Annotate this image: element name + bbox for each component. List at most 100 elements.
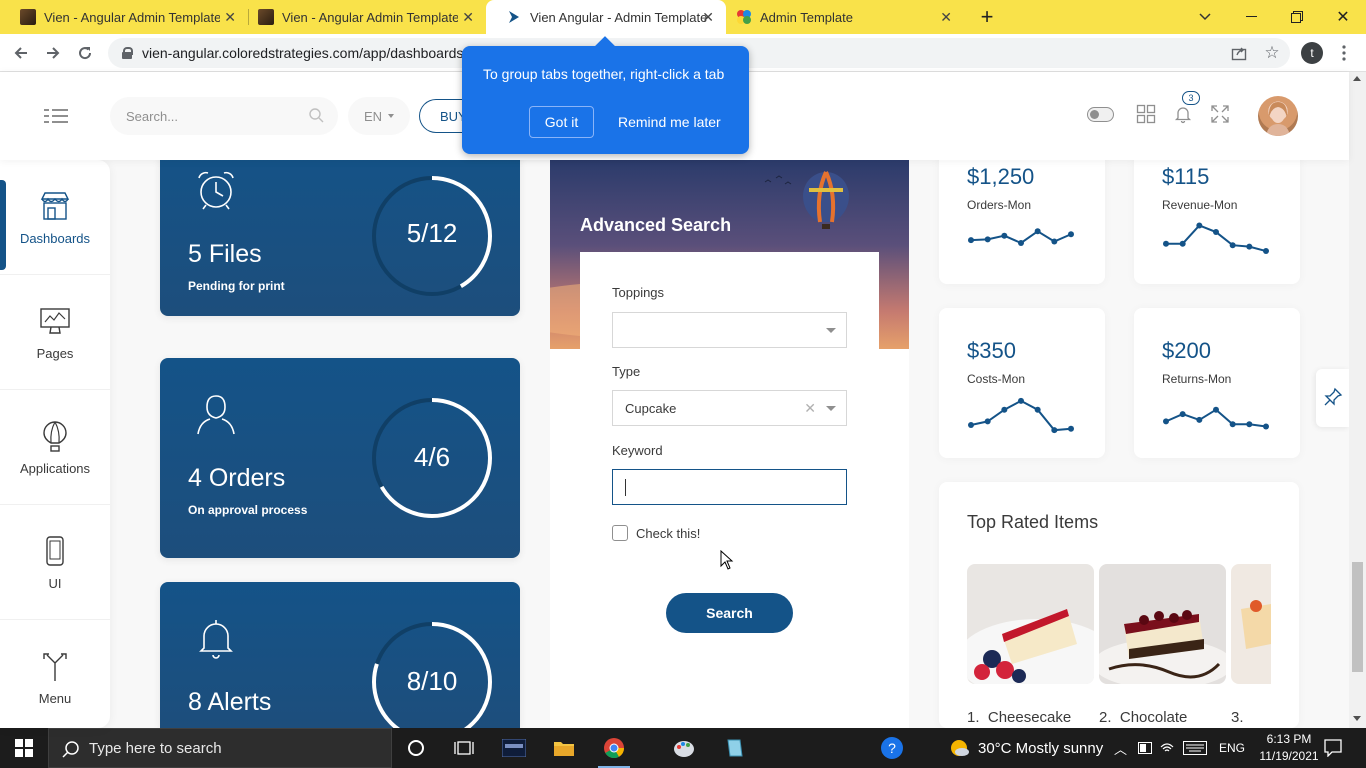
top-rated-item-1[interactable]: 1. Cheesecake <box>967 709 1071 726</box>
user-avatar[interactable] <box>1258 96 1298 136</box>
sidebar-item-applications[interactable]: Applications <box>0 390 110 505</box>
type-select[interactable]: Cupcake ✕ <box>612 390 847 426</box>
sparkline-point <box>1018 397 1024 404</box>
chocolate-cake-image[interactable] <box>1099 564 1226 684</box>
caret-down-icon <box>388 114 395 118</box>
help-icon[interactable]: ? <box>868 728 916 768</box>
close-tab-icon[interactable]: ✕ <box>940 9 952 26</box>
sidebar-item-pages[interactable]: Pages <box>0 275 110 390</box>
cheesecake-image[interactable] <box>967 564 1094 684</box>
sparkline-point <box>1179 411 1186 418</box>
sidebar-item-ui[interactable]: UI <box>0 505 110 620</box>
clear-selection-icon[interactable]: ✕ <box>804 400 816 417</box>
menu-toggle-icon[interactable] <box>44 109 68 123</box>
bookmark-star-icon[interactable]: ☆ <box>1259 40 1285 66</box>
page-scrollbar[interactable] <box>1349 72 1366 728</box>
tab-search-chevron-icon[interactable] <box>1182 0 1228 34</box>
close-tab-icon[interactable]: ✕ <box>462 9 474 26</box>
top-rated-item-3[interactable]: 3. <box>1231 709 1244 726</box>
clock-date: 11/19/2021 <box>1259 749 1319 763</box>
sparkline-point <box>1213 229 1219 236</box>
toppings-select[interactable] <box>612 312 847 348</box>
more-menu-icon[interactable] <box>1331 40 1357 66</box>
tray-chevron-up-icon[interactable]: ︿ <box>1114 728 1127 768</box>
keyboard-icon[interactable] <box>1183 741 1207 755</box>
keyword-input[interactable] <box>612 469 847 505</box>
remind-me-later-button[interactable]: Remind me later <box>618 114 721 130</box>
fullscreen-icon[interactable] <box>1210 104 1230 124</box>
top-rated-item-2[interactable]: 2. Chocolate <box>1099 709 1187 726</box>
file-explorer-icon[interactable] <box>540 728 588 768</box>
reload-icon[interactable] <box>72 40 98 66</box>
battery-icon[interactable] <box>1138 742 1154 754</box>
check-this-label[interactable]: Check this! <box>636 526 700 541</box>
vien-favicon-icon <box>509 11 519 23</box>
stat-card-alerts[interactable]: 8 Alerts 8/10 <box>160 582 520 728</box>
browser-tab-2[interactable]: Vien - Angular Admin Template F ✕ <box>238 0 486 34</box>
task-view-icon[interactable] <box>440 728 488 768</box>
small-chart-label: Returns-Mon <box>1162 372 1232 386</box>
media-app-icon[interactable] <box>490 728 538 768</box>
minimize-button[interactable] <box>1228 0 1274 34</box>
item-name: Cheesecake <box>987 709 1072 726</box>
stat-subtitle: On approval process <box>188 503 308 517</box>
stat-title: 5 Files <box>188 240 262 268</box>
navbar-search-input[interactable]: Search... <box>110 97 338 135</box>
top-rated-title: Top Rated Items <box>967 512 1099 532</box>
sidebar-item-menu[interactable]: Menu <box>0 620 110 735</box>
close-tab-icon[interactable]: ✕ <box>224 9 236 26</box>
profile-avatar-button[interactable]: t <box>1301 42 1323 64</box>
back-arrow-icon[interactable] <box>8 40 34 66</box>
browser-tab-1[interactable]: Vien - Angular Admin Template b ✕ <box>0 0 248 34</box>
bell-icon[interactable] <box>1173 104 1193 124</box>
paint-app-icon[interactable] <box>660 728 708 768</box>
browser-tab-3-active[interactable]: Vien Angular - Admin Template ✕ <box>486 0 726 34</box>
stat-title: 8 Alerts <box>188 688 272 716</box>
taskbar-search-placeholder: Type here to search <box>89 739 222 757</box>
sidebar-item-dashboards[interactable]: Dashboards <box>0 160 110 275</box>
close-tab-icon[interactable]: ✕ <box>702 9 714 26</box>
weather-sun-icon[interactable] <box>948 737 970 759</box>
language-dropdown[interactable]: EN <box>348 97 410 135</box>
stat-subtitle: Pending for print <box>188 279 285 293</box>
theme-settings-tab[interactable] <box>1316 369 1349 427</box>
colored-circles-favicon-icon <box>737 10 751 24</box>
dark-logo-favicon-icon <box>20 9 36 25</box>
scrollbar-thumb[interactable] <box>1352 562 1363 672</box>
sparkline-point <box>1018 240 1024 246</box>
notifications-center-icon[interactable] <box>1324 739 1342 757</box>
browser-tab-4[interactable]: Admin Template ✕ <box>716 0 964 34</box>
weather-text[interactable]: 30°C Mostly sunny <box>978 728 1103 768</box>
tab-group-tip-bubble: To group tabs together, right-click a ta… <box>462 46 749 154</box>
share-icon[interactable] <box>1226 40 1252 66</box>
chrome-taskbar-icon[interactable] <box>590 728 638 768</box>
close-window-button[interactable]: ✕ <box>1320 0 1366 34</box>
apps-grid-icon[interactable] <box>1136 104 1156 124</box>
check-this-checkbox[interactable] <box>612 525 628 541</box>
stat-title: 4 Orders <box>188 464 286 492</box>
new-tab-button[interactable]: + <box>964 0 1010 34</box>
search-button[interactable]: Search <box>666 593 793 633</box>
bell-icon <box>199 620 233 659</box>
tab-title: Vien Angular - Admin Template <box>530 9 708 25</box>
lock-icon[interactable] <box>122 47 133 59</box>
input-language[interactable]: ENG <box>1219 728 1245 768</box>
got-it-button[interactable]: Got it <box>529 106 594 138</box>
notes-app-icon[interactable] <box>710 728 758 768</box>
stat-card-orders[interactable]: 4 Orders On approval process 4/6 <box>160 358 520 558</box>
dark-mode-toggle[interactable] <box>1087 107 1114 122</box>
search-icon[interactable] <box>308 107 324 123</box>
taskbar-clock[interactable]: 6:13 PM 11/19/2021 <box>1258 731 1320 765</box>
stat-card-files[interactable]: 5 Files Pending for print 5/12 <box>160 140 520 316</box>
third-cake-image[interactable] <box>1231 564 1271 684</box>
wifi-icon[interactable] <box>1160 741 1174 755</box>
notification-count-badge: 3 <box>1182 91 1200 105</box>
restore-button[interactable] <box>1274 0 1320 34</box>
sparkline <box>968 228 1074 246</box>
scroll-down-arrow-icon[interactable] <box>1353 716 1361 721</box>
scroll-up-arrow-icon[interactable] <box>1353 76 1361 81</box>
cortana-icon[interactable] <box>392 728 440 768</box>
sparkline-point <box>1051 238 1058 245</box>
sparkline-point <box>984 418 991 425</box>
forward-arrow-icon[interactable] <box>40 40 66 66</box>
